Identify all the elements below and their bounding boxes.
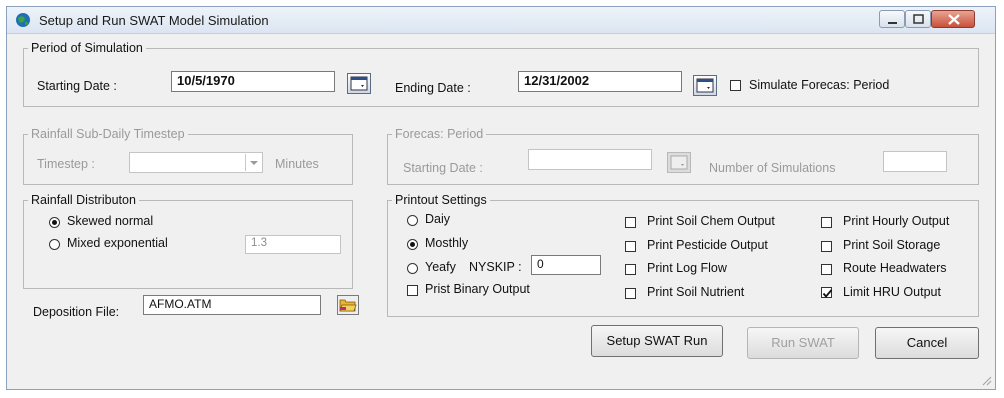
close-button[interactable] [931,10,975,28]
yearly-label: Yeafy [425,260,456,274]
deposition-browse-button[interactable] [337,295,359,315]
mixed-exponential-label: Mixed exponential [67,236,168,250]
print-binary-output-checkbox[interactable] [407,285,418,296]
number-of-simulations-label: Number of Simulations [709,161,836,175]
rainfall-distribution-legend: Rainfall Distributon [31,193,136,207]
forecast-calendar-button[interactable] [667,152,691,173]
nyskip-input[interactable]: 0 [531,255,601,275]
print-pesticide-checkbox[interactable] [625,241,636,252]
forecast-starting-date-label: Starting Date : [403,161,483,175]
print-soil-storage-checkbox[interactable] [821,241,832,252]
daily-label: Daiy [425,212,451,226]
monthly-label: Mosthly [425,236,469,250]
deposition-file-input[interactable]: AFMO.ATM [143,295,321,315]
starting-date-input[interactable]: 10/5/1970 [171,71,335,92]
dialog-window: Setup and Run SWAT Model Simulation Peri… [6,6,996,390]
forecast-period-legend: Forecas: Period [395,127,484,141]
print-hourly-label: Print Hourly Output [843,214,950,228]
printout-settings-legend: Printout Settings [395,193,487,207]
exponent-input[interactable]: 1.3 [245,235,341,254]
swat-globe-icon [16,13,30,27]
period-legend: Period of Simulation [31,41,143,55]
number-of-simulations-input[interactable] [883,151,947,172]
ending-date-input[interactable]: 12/31/2002 [518,71,682,92]
yearly-radio[interactable] [407,263,418,274]
close-icon [948,14,960,25]
rainfall-timestep-legend: Rainfall Sub-Daily Timestep [31,127,185,141]
print-soil-storage-label: Print Soil Storage [843,238,941,252]
window-title: Setup and Run SWAT Model Simulation [39,13,269,28]
timestep-dropdown-button[interactable] [245,154,262,171]
timestep-select[interactable] [129,152,263,173]
maximize-button[interactable] [905,10,931,28]
print-binary-output-label: Prist Binary Output [425,282,530,296]
deposition-file-label: Deposition File: [33,305,120,319]
starting-date-label: Starting Date : [37,79,117,93]
print-pesticide-label: Print Pesticide Output [647,238,768,252]
skewed-normal-label: Skewed normal [67,214,154,228]
print-soil-nutrient-label: Print Soil Nutrient [647,285,745,299]
print-log-flow-checkbox[interactable] [625,264,636,275]
maximize-icon [913,14,924,24]
route-headwaters-checkbox[interactable] [821,264,832,275]
setup-swat-run-button[interactable]: Setup SWAT Run [591,325,723,357]
print-hourly-checkbox[interactable] [821,217,832,228]
minimize-icon [888,22,897,24]
chevron-down-icon [250,161,258,165]
calendar-icon [670,155,688,170]
start-date-calendar-button[interactable] [347,73,371,94]
print-log-flow-label: Print Log Flow [647,261,727,275]
run-swat-button[interactable]: Run SWAT [747,327,859,359]
mixed-exponential-radio[interactable] [49,239,60,250]
forecast-starting-date-input[interactable] [528,149,652,170]
nyskip-label: NYSKIP : [469,260,522,274]
folder-open-icon [339,299,357,312]
skewed-normal-radio[interactable] [49,217,60,228]
print-soil-chem-label: Print Soil Chem Output [647,214,775,228]
cancel-button[interactable]: Cancel [875,327,979,359]
title-bar: Setup and Run SWAT Model Simulation [7,7,995,34]
daily-radio[interactable] [407,215,418,226]
ending-date-label: Ending Date : [395,81,471,95]
print-soil-nutrient-checkbox[interactable] [625,288,636,299]
limit-hru-output-checkbox[interactable] [821,287,833,298]
timestep-label: Timestep : [37,157,95,171]
simulate-forecast-checkbox[interactable] [730,80,741,91]
monthly-radio[interactable] [407,239,418,250]
resize-grip-icon[interactable] [980,374,992,386]
minimize-button[interactable] [879,10,905,28]
print-soil-chem-checkbox[interactable] [625,217,636,228]
calendar-icon [350,76,368,91]
period-of-simulation-group: Period of Simulation [23,41,979,107]
simulate-forecast-label: Simulate Forecas: Period [749,78,890,92]
checkmark-icon [822,289,833,298]
route-headwaters-label: Route Headwaters [843,261,947,275]
end-date-calendar-button[interactable] [693,75,717,96]
limit-hru-output-label: Limit HRU Output [843,285,941,299]
minutes-label: Minutes [275,157,319,171]
calendar-icon [696,78,714,93]
